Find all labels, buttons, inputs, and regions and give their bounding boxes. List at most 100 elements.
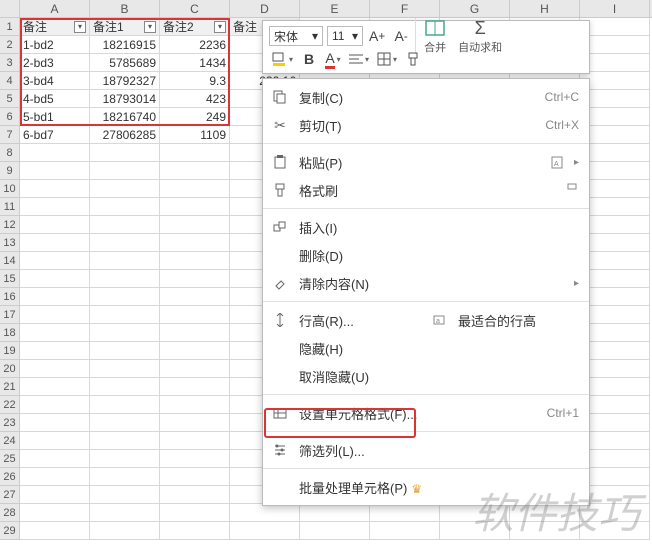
cell[interactable] (160, 252, 230, 270)
cell[interactable] (580, 72, 650, 90)
cell[interactable] (90, 432, 160, 450)
cell[interactable] (20, 432, 90, 450)
cell[interactable]: 249 (160, 108, 230, 126)
decrease-font-button[interactable]: A- (391, 26, 411, 46)
cell[interactable] (90, 378, 160, 396)
row-header[interactable]: 25 (0, 450, 20, 468)
cell[interactable] (580, 342, 650, 360)
cell[interactable] (90, 342, 160, 360)
cell[interactable] (20, 450, 90, 468)
cell[interactable] (580, 522, 650, 540)
cell[interactable] (580, 432, 650, 450)
menu-insert[interactable]: 插入(I) (263, 213, 589, 241)
cell[interactable]: 1-bd2 (20, 36, 90, 54)
row-header[interactable]: 4 (0, 72, 20, 90)
col-header-C[interactable]: C (160, 0, 230, 17)
cell[interactable] (300, 504, 370, 522)
cell[interactable] (580, 468, 650, 486)
cell[interactable]: 4-bd5 (20, 90, 90, 108)
cell[interactable] (90, 468, 160, 486)
cell[interactable] (510, 522, 580, 540)
cell[interactable]: 3-bd4 (20, 72, 90, 90)
font-color-button[interactable]: A▾ (323, 49, 343, 69)
cell[interactable] (160, 414, 230, 432)
cell[interactable] (20, 180, 90, 198)
cell[interactable] (20, 504, 90, 522)
cell[interactable] (20, 198, 90, 216)
font-size-select[interactable]: 11▾ (327, 26, 363, 46)
cell[interactable]: 5-bd1 (20, 108, 90, 126)
col-header-E[interactable]: E (300, 0, 370, 17)
cell[interactable] (300, 522, 370, 540)
cell[interactable] (20, 396, 90, 414)
col-header-H[interactable]: H (510, 0, 580, 17)
cell[interactable] (580, 126, 650, 144)
row-header[interactable]: 16 (0, 288, 20, 306)
cell[interactable] (160, 432, 230, 450)
cell[interactable] (230, 504, 300, 522)
cell[interactable] (20, 360, 90, 378)
cell[interactable] (580, 252, 650, 270)
cell[interactable] (90, 360, 160, 378)
cell[interactable]: 9.3 (160, 72, 230, 90)
cell[interactable]: 27806285 (90, 126, 160, 144)
menu-delete[interactable]: 删除(D) (263, 241, 589, 269)
cell[interactable] (580, 450, 650, 468)
row-header[interactable]: 12 (0, 216, 20, 234)
cell[interactable] (580, 18, 650, 36)
cell[interactable] (160, 378, 230, 396)
cell[interactable] (20, 468, 90, 486)
cell[interactable] (90, 450, 160, 468)
cell[interactable] (370, 504, 440, 522)
cell[interactable] (580, 162, 650, 180)
cell[interactable] (580, 216, 650, 234)
row-header[interactable]: 28 (0, 504, 20, 522)
cell[interactable] (580, 54, 650, 72)
cell[interactable] (580, 504, 650, 522)
cell[interactable] (160, 306, 230, 324)
cell[interactable] (90, 396, 160, 414)
menu-batch-process[interactable]: 批量处理单元格(P)♛ (263, 473, 589, 501)
cell[interactable] (90, 234, 160, 252)
row-header[interactable]: 19 (0, 342, 20, 360)
cell[interactable] (160, 324, 230, 342)
cell[interactable] (160, 360, 230, 378)
cell[interactable] (20, 252, 90, 270)
cell[interactable]: 18793014 (90, 90, 160, 108)
menu-format-painter[interactable]: 格式刷 (263, 176, 589, 204)
menu-row-height[interactable]: 行高(R)... (271, 311, 420, 330)
cell[interactable] (90, 288, 160, 306)
cell[interactable] (580, 234, 650, 252)
cell[interactable]: 备注2▾ (160, 18, 230, 36)
cell[interactable] (510, 504, 580, 522)
format-painter-ext-icon[interactable] (565, 183, 579, 197)
cell[interactable]: 备注1▾ (90, 18, 160, 36)
cell[interactable] (580, 198, 650, 216)
row-header[interactable]: 8 (0, 144, 20, 162)
bold-button[interactable]: B (299, 49, 319, 69)
row-header[interactable]: 17 (0, 306, 20, 324)
row-header[interactable]: 6 (0, 108, 20, 126)
cell[interactable] (90, 522, 160, 540)
cell[interactable] (230, 522, 300, 540)
cell[interactable] (20, 414, 90, 432)
cell[interactable] (160, 450, 230, 468)
cell[interactable] (160, 180, 230, 198)
row-header[interactable]: 29 (0, 522, 20, 540)
align-button[interactable]: ▾ (347, 49, 371, 69)
cell[interactable] (90, 252, 160, 270)
cell[interactable] (20, 378, 90, 396)
cell[interactable] (160, 270, 230, 288)
cell[interactable] (90, 180, 160, 198)
cell[interactable] (160, 396, 230, 414)
cell[interactable] (440, 504, 510, 522)
paste-special-icon[interactable]: A (550, 155, 564, 169)
cell[interactable] (580, 360, 650, 378)
cell[interactable]: 备注▾ (20, 18, 90, 36)
cell[interactable] (580, 324, 650, 342)
menu-clear[interactable]: 清除内容(N) ▸ (263, 269, 589, 297)
cell[interactable]: 6-bd7 (20, 126, 90, 144)
menu-unhide[interactable]: 取消隐藏(U) (263, 362, 589, 390)
cell[interactable] (160, 486, 230, 504)
row-header[interactable]: 15 (0, 270, 20, 288)
